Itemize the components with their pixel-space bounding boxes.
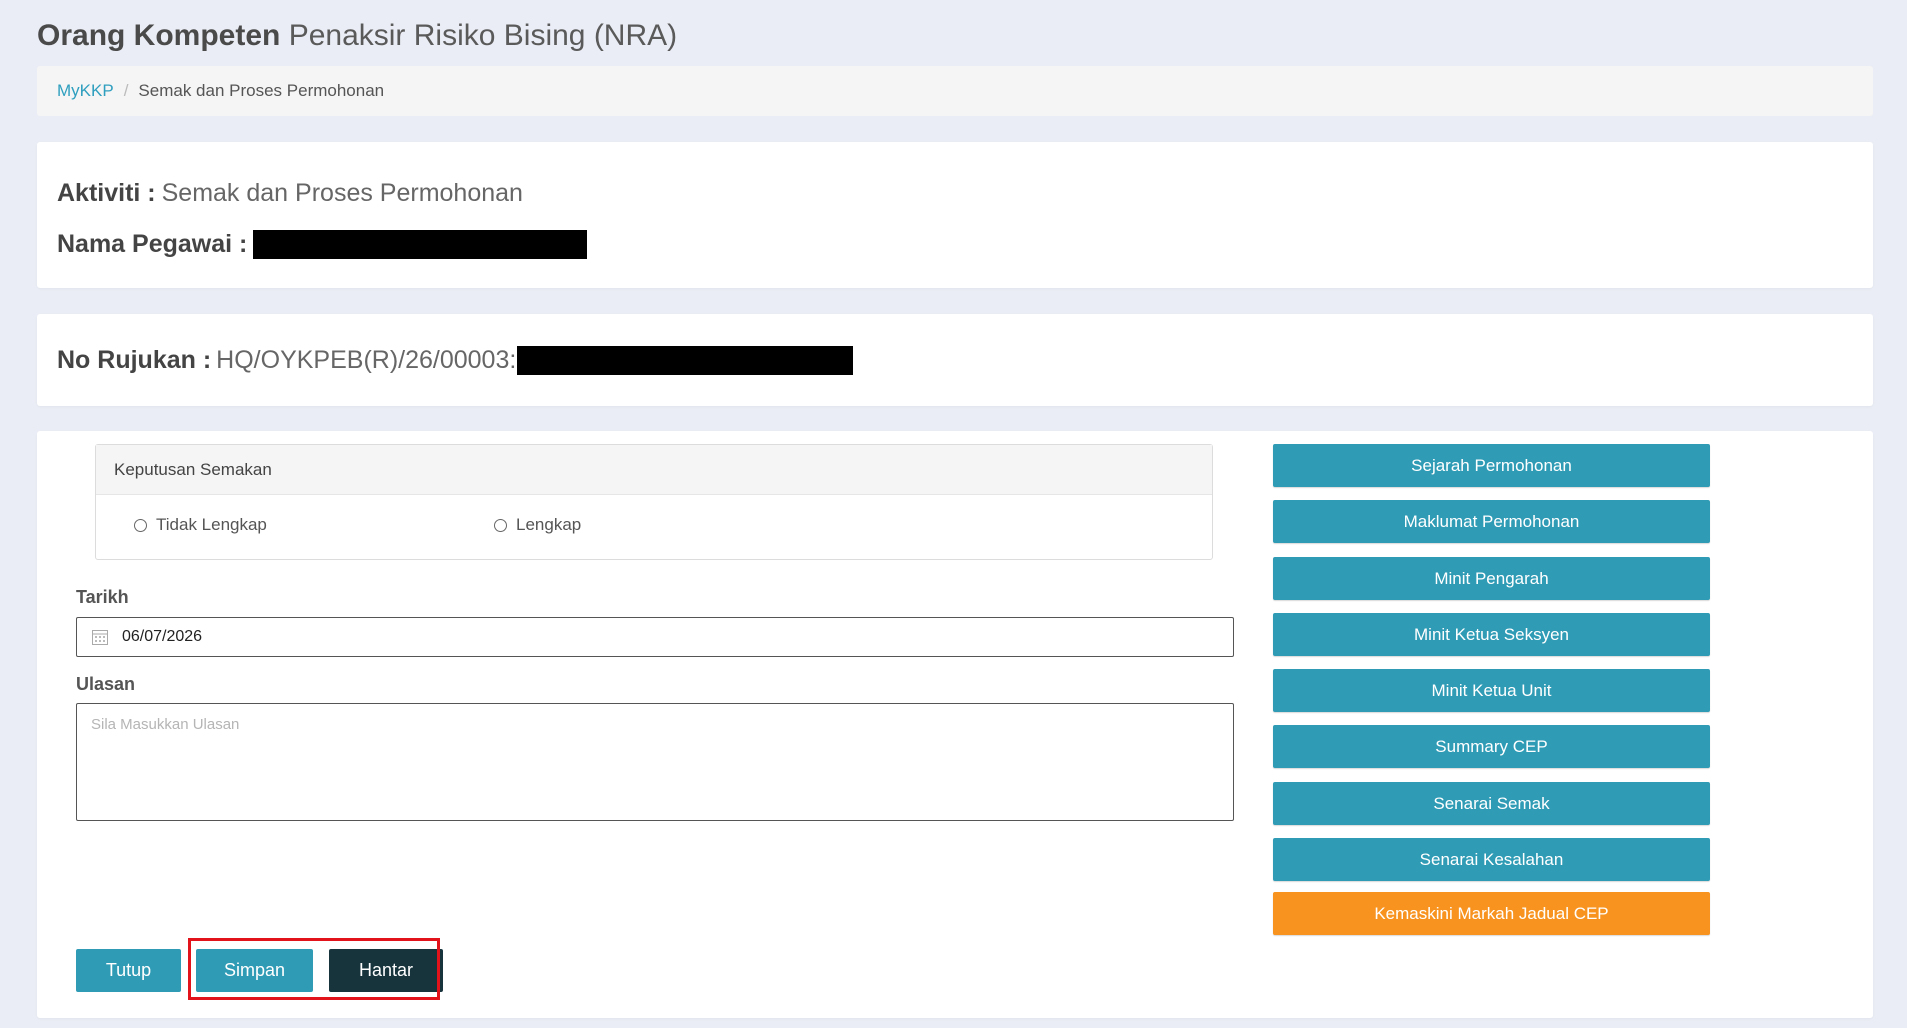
- page-title: Orang Kompeten Penaksir Risiko Bising (N…: [37, 16, 677, 56]
- reference-line: No Rujukan : HQ/OYKPEB(R)/26/00003:: [57, 343, 854, 377]
- radio-circle-icon: [494, 518, 507, 532]
- senarai-semak-button[interactable]: Senarai Semak: [1273, 782, 1710, 825]
- decision-title: Keputusan Semakan: [96, 445, 1212, 495]
- breadcrumb-home-link[interactable]: MyKKP: [57, 81, 114, 101]
- reference-redacted: [517, 345, 854, 375]
- save-button[interactable]: Simpan: [196, 949, 313, 992]
- sejarah-permohonan-button[interactable]: Sejarah Permohonan: [1273, 444, 1710, 487]
- breadcrumb-current: Semak dan Proses Permohonan: [138, 81, 385, 100]
- radio-label: Lengkap: [516, 515, 582, 534]
- activity-label: Aktiviti :: [57, 179, 156, 207]
- remark-textarea[interactable]: [76, 703, 1234, 821]
- reference-value: HQ/OYKPEB(R)/26/00003:: [216, 346, 517, 374]
- page: Orang Kompeten Penaksir Risiko Bising (N…: [0, 0, 1907, 1028]
- date-value: 06/07/2026: [122, 628, 203, 645]
- reference-label: No Rujukan :: [57, 346, 212, 374]
- radio-label: Tidak Lengkap: [156, 515, 267, 534]
- activity-card: Aktiviti : Semak dan Proses Permohonan N…: [37, 142, 1873, 288]
- minit-ketua-seksyen-button[interactable]: Minit Ketua Seksyen: [1273, 613, 1710, 656]
- radio-lengkap[interactable]: Lengkap: [494, 515, 581, 535]
- officer-line: Nama Pegawai :: [57, 227, 588, 261]
- minit-ketua-unit-button[interactable]: Minit Ketua Unit: [1273, 669, 1710, 712]
- reference-card: No Rujukan : HQ/OYKPEB(R)/26/00003:: [37, 314, 1873, 406]
- page-title-strong: Orang Kompeten: [37, 19, 281, 52]
- remark-label: Ulasan: [76, 674, 136, 694]
- breadcrumb-separator: /: [123, 81, 129, 100]
- kemaskini-markah-jadual-cep-button[interactable]: Kemaskini Markah Jadual CEP: [1273, 892, 1710, 935]
- activity-line: Aktiviti : Semak dan Proses Permohonan: [57, 176, 523, 210]
- decision-panel: Keputusan Semakan Tidak Lengkap Lengkap: [95, 444, 1213, 560]
- maklumat-permohonan-button[interactable]: Maklumat Permohonan: [1273, 500, 1710, 543]
- minit-pengarah-button[interactable]: Minit Pengarah: [1273, 557, 1710, 600]
- activity-value: Semak dan Proses Permohonan: [161, 179, 523, 207]
- radio-tidak-lengkap[interactable]: Tidak Lengkap: [134, 515, 267, 535]
- page-title-light: Penaksir Risiko Bising (NRA): [288, 19, 678, 52]
- officer-name-redacted: [253, 229, 588, 259]
- submit-button[interactable]: Hantar: [329, 949, 443, 992]
- summary-cep-button[interactable]: Summary CEP: [1273, 725, 1710, 768]
- date-input[interactable]: 06/07/2026: [76, 617, 1234, 657]
- form-card: Keputusan Semakan Tidak Lengkap Lengkap …: [37, 431, 1873, 1018]
- senarai-kesalahan-button[interactable]: Senarai Kesalahan: [1273, 838, 1710, 881]
- officer-label: Nama Pegawai :: [57, 230, 248, 258]
- breadcrumb: MyKKP / Semak dan Proses Permohonan: [37, 66, 1873, 116]
- radio-circle-icon: [134, 518, 147, 532]
- calendar-icon: [92, 630, 108, 645]
- date-label: Tarikh: [76, 587, 129, 607]
- close-button[interactable]: Tutup: [76, 949, 181, 992]
